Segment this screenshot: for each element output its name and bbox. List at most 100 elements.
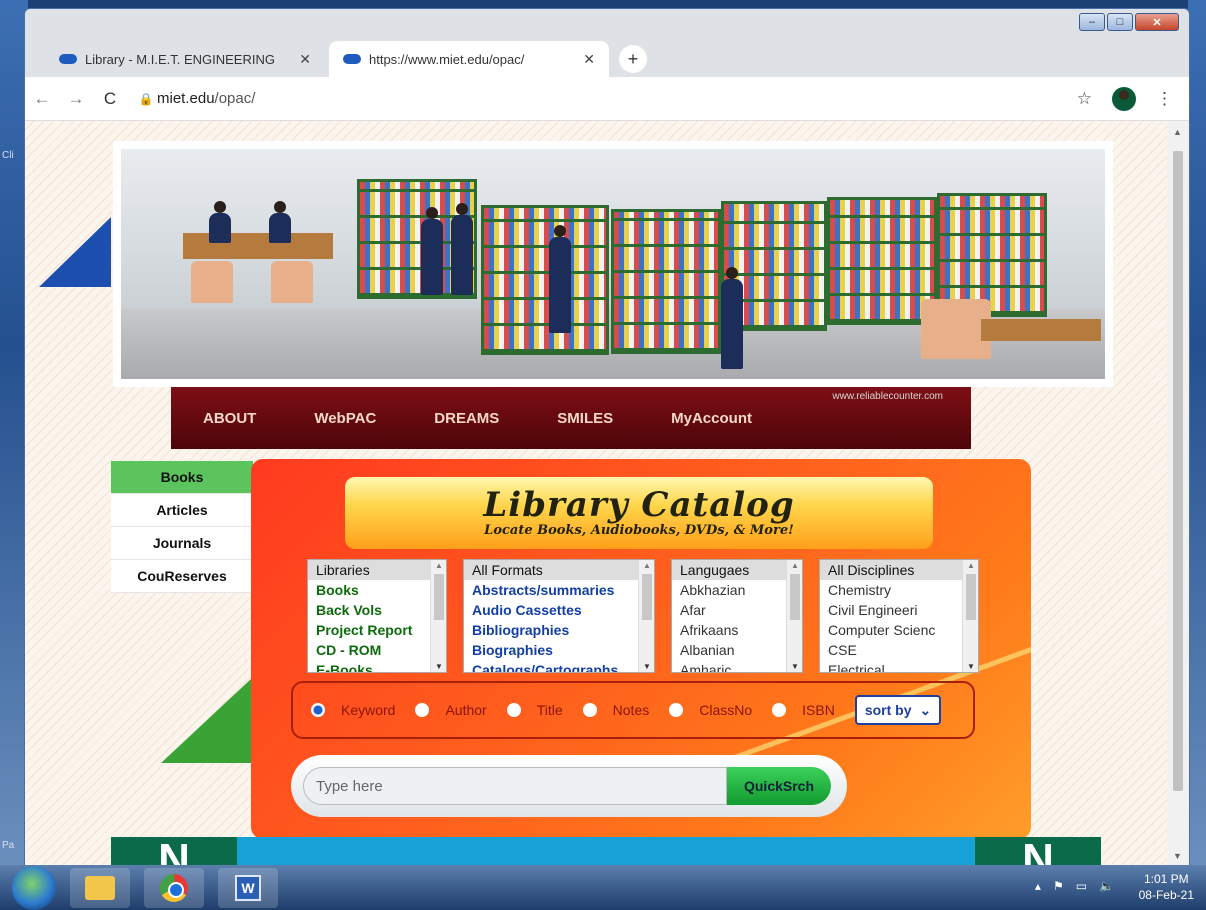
scroll-thumb[interactable]: [1173, 151, 1183, 791]
disciplines-listbox[interactable]: All Disciplines Chemistry Civil Engineer…: [819, 559, 979, 673]
url-host: miet.edu: [157, 90, 215, 107]
list-option[interactable]: E-Books: [308, 660, 446, 672]
url-path: /opac/: [214, 90, 256, 107]
sidebar-item-books[interactable]: Books: [111, 461, 253, 494]
nav-dreams[interactable]: DREAMS: [434, 410, 499, 427]
listbox-scrollbar[interactable]: ▲ ▼: [962, 560, 978, 672]
close-tab-icon[interactable]: ✕: [583, 51, 595, 68]
list-option[interactable]: Civil Engineeri: [820, 600, 978, 620]
decorative-triangle-blue: [39, 217, 111, 287]
desktop-label: Cli: [2, 150, 14, 161]
word-icon: W: [235, 874, 261, 901]
nav-smiles[interactable]: SMILES: [557, 410, 613, 427]
nav-about[interactable]: ABOUT: [203, 410, 256, 427]
taskbar-word[interactable]: W: [218, 867, 278, 908]
list-option[interactable]: CSE: [820, 640, 978, 660]
list-option[interactable]: Chemistry: [820, 580, 978, 600]
tab-opac[interactable]: https://www.miet.edu/opac/ ✕: [329, 41, 609, 77]
desktop-background-right: [1188, 0, 1206, 865]
listbox-scrollbar[interactable]: ▲ ▼: [638, 560, 654, 672]
list-option[interactable]: All Formats: [464, 560, 654, 580]
list-option[interactable]: Books: [308, 580, 446, 600]
close-tab-icon[interactable]: ✕: [299, 51, 311, 68]
radio-title[interactable]: Title: [506, 702, 563, 718]
lock-icon[interactable]: 🔒: [135, 92, 157, 106]
quick-search-button[interactable]: QuickSrch: [727, 767, 831, 805]
radio-keyword[interactable]: Keyword: [311, 702, 395, 718]
list-option[interactable]: Afar: [672, 600, 802, 620]
list-option[interactable]: Project Report: [308, 620, 446, 640]
sort-by-select[interactable]: sort by ⌄: [854, 695, 942, 725]
radio-button-icon[interactable]: [669, 703, 684, 717]
radio-classno[interactable]: ClassNo: [669, 702, 752, 718]
footer-logo-tile: N: [111, 837, 237, 865]
list-option[interactable]: Langugaes: [672, 560, 802, 580]
menu-kebab-icon[interactable]: ⋮: [1156, 89, 1173, 109]
listbox-scrollbar[interactable]: ▲ ▼: [430, 560, 446, 672]
visitor-counter[interactable]: www.reliablecounter.com: [832, 391, 943, 402]
list-option[interactable]: Albanian: [672, 640, 802, 660]
close-window-button[interactable]: ✕: [1135, 13, 1179, 31]
network-icon[interactable]: ▭: [1076, 879, 1087, 893]
languages-listbox[interactable]: Langugaes Abkhazian Afar Afrikaans Alban…: [671, 559, 803, 673]
back-icon[interactable]: ←: [25, 89, 59, 109]
minimize-button[interactable]: –: [1079, 13, 1105, 31]
volume-icon[interactable]: 🔈: [1099, 879, 1114, 893]
radio-notes[interactable]: Notes: [582, 702, 649, 718]
nav-webpac[interactable]: WebPAC: [314, 410, 376, 427]
list-option[interactable]: Afrikaans: [672, 620, 802, 640]
sidebar-item-journals[interactable]: Journals: [111, 527, 253, 560]
list-option[interactable]: Amharic: [672, 660, 802, 672]
formats-listbox[interactable]: All Formats Abstracts/summaries Audio Ca…: [463, 559, 655, 673]
new-tab-button[interactable]: +: [619, 45, 647, 73]
list-option[interactable]: Abstracts/summaries: [464, 580, 654, 600]
favicon-icon: [343, 54, 361, 64]
taskbar-explorer[interactable]: [70, 867, 130, 908]
library-banner: [113, 141, 1113, 387]
list-option[interactable]: Audio Cassettes: [464, 600, 654, 620]
radio-author[interactable]: Author: [415, 702, 487, 718]
listbox-scrollbar[interactable]: ▲ ▼: [786, 560, 802, 672]
radio-button-icon[interactable]: [415, 703, 430, 717]
scroll-up-icon[interactable]: ▲: [1173, 127, 1182, 137]
list-option[interactable]: Abkhazian: [672, 580, 802, 600]
list-option[interactable]: Back Vols: [308, 600, 446, 620]
radio-button-icon[interactable]: [772, 703, 787, 717]
window-controls: – □ ✕: [1079, 13, 1179, 31]
nav-myaccount[interactable]: MyAccount: [671, 410, 752, 427]
radio-button-icon[interactable]: [582, 703, 597, 717]
list-option[interactable]: Biographies: [464, 640, 654, 660]
forward-icon[interactable]: →: [59, 89, 93, 109]
start-button[interactable]: [12, 865, 56, 910]
tray-expand-icon[interactable]: ▴: [1035, 879, 1041, 893]
quick-search-bar: Type here QuickSrch: [291, 755, 847, 817]
taskbar-chrome[interactable]: [144, 867, 204, 908]
bookmark-star-icon[interactable]: ☆: [1077, 89, 1092, 109]
footer-logo-tile: N: [975, 837, 1101, 865]
maximize-button[interactable]: □: [1107, 13, 1133, 31]
libraries-listbox[interactable]: Libraries Books Back Vols Project Report…: [307, 559, 447, 673]
catalog-subtitle: Locate Books, Audiobooks, DVDs, & More!: [484, 523, 794, 538]
profile-avatar[interactable]: [1112, 87, 1136, 111]
radio-button-icon[interactable]: [311, 703, 325, 717]
search-input[interactable]: Type here: [303, 767, 727, 805]
scroll-down-icon[interactable]: ▼: [1173, 851, 1182, 861]
tab-library[interactable]: Library - M.I.E.T. ENGINEERING ✕: [45, 41, 325, 77]
browser-toolbar: ← → C 🔒 miet.edu/opac/ ☆ ⋮: [25, 77, 1189, 121]
reload-icon[interactable]: C: [93, 89, 127, 109]
list-option[interactable]: Bibliographies: [464, 620, 654, 640]
list-option[interactable]: Electrical: [820, 660, 978, 672]
taskbar-clock[interactable]: 1:01 PM 08-Feb-21: [1139, 871, 1194, 903]
radio-isbn[interactable]: ISBN: [772, 702, 835, 718]
page-scrollbar[interactable]: ▲ ▼: [1167, 121, 1189, 865]
list-option[interactable]: CD - ROM: [308, 640, 446, 660]
list-option[interactable]: Catalogs/Cartographs: [464, 660, 654, 672]
action-center-icon[interactable]: ⚑: [1053, 879, 1064, 893]
list-option[interactable]: All Disciplines: [820, 560, 978, 580]
list-option[interactable]: Libraries: [308, 560, 446, 580]
address-bar[interactable]: miet.edu/opac/: [157, 90, 255, 107]
radio-button-icon[interactable]: [506, 703, 521, 717]
sidebar-item-articles[interactable]: Articles: [111, 494, 253, 527]
sidebar-item-coureserves[interactable]: CouReserves: [111, 560, 253, 593]
list-option[interactable]: Computer Scienc: [820, 620, 978, 640]
